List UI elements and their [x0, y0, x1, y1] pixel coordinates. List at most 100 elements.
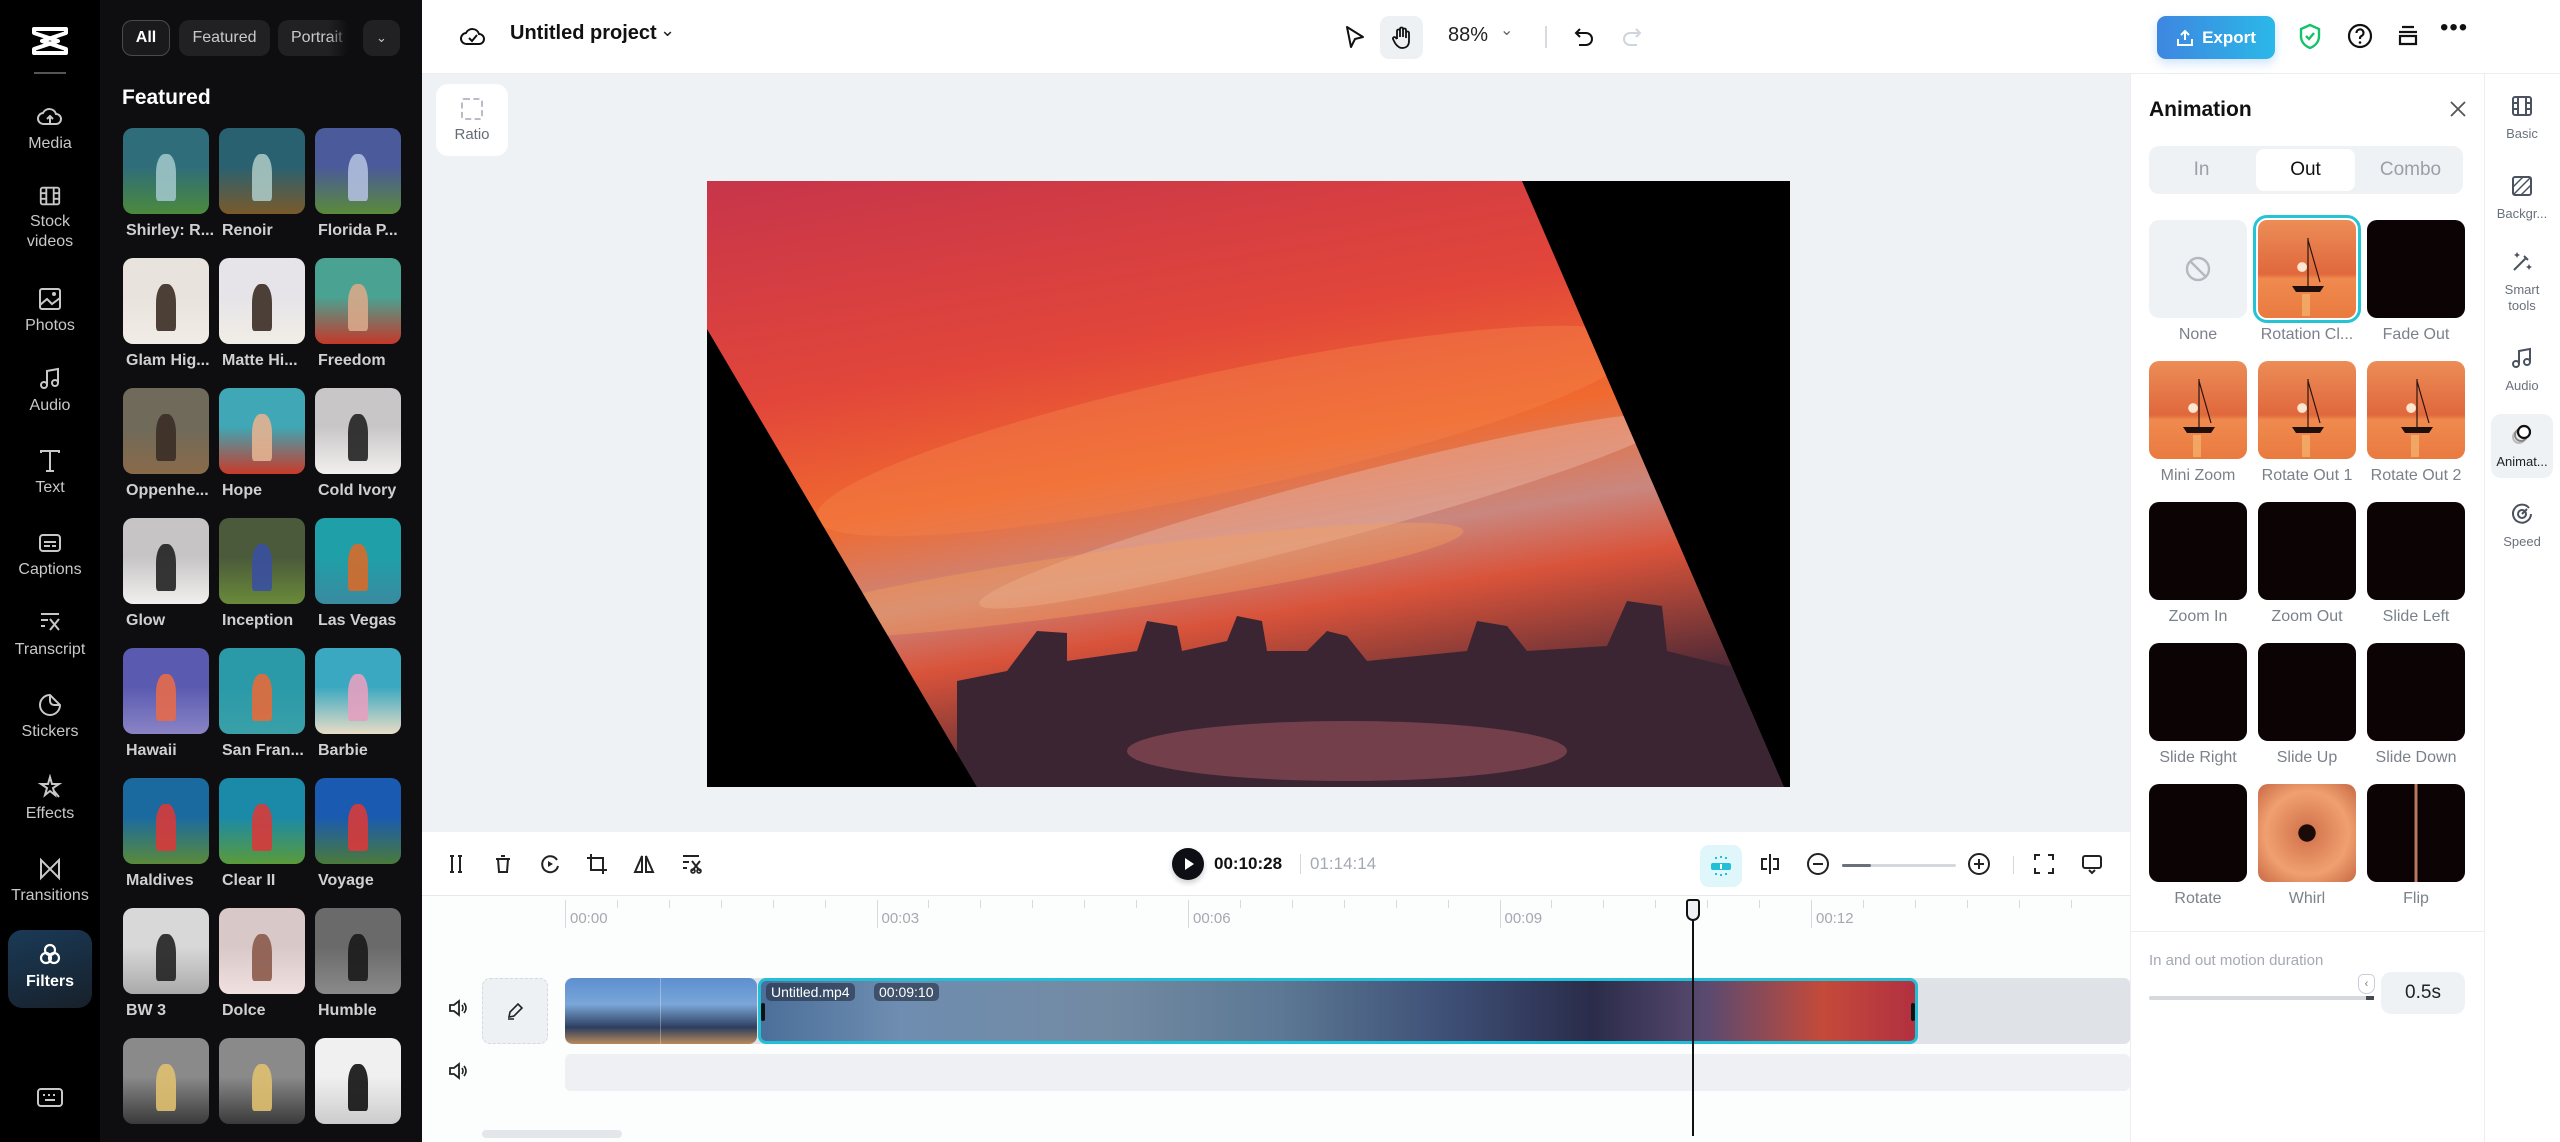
video-preview[interactable]	[707, 181, 1790, 787]
layers-icon[interactable]	[2396, 24, 2420, 48]
zoom-chevron-icon[interactable]: ⌄	[1500, 20, 1513, 40]
hand-tool-button[interactable]	[1380, 16, 1423, 59]
filter-thumbnail[interactable]	[219, 518, 305, 604]
help-icon[interactable]	[2347, 23, 2373, 49]
filter-thumbnail[interactable]	[315, 648, 401, 734]
right-rail-item-audio[interactable]: Audio	[2491, 338, 2553, 402]
animation-preset-zoom-out[interactable]	[2258, 502, 2356, 600]
zoom-out-icon[interactable]	[1804, 850, 1832, 878]
filter-thumbnail[interactable]	[219, 648, 305, 734]
audio-track[interactable]	[565, 1054, 2130, 1091]
replace-play-icon[interactable]	[536, 850, 564, 878]
rail-item-transitions[interactable]: Transitions	[8, 852, 92, 924]
filter-thumbnail[interactable]	[315, 1038, 401, 1124]
rail-item-transcript[interactable]: Transcript	[8, 606, 92, 678]
selected-clip[interactable]: Untitled.mp4 00:09:10	[758, 978, 1918, 1044]
filter-thumbnail[interactable]	[123, 778, 209, 864]
filter-thumbnail[interactable]	[123, 388, 209, 474]
trim-handle-left[interactable]	[761, 1003, 765, 1021]
filter-thumbnail[interactable]	[123, 258, 209, 344]
animation-preset-rotate-out-1[interactable]	[2258, 361, 2356, 459]
chip-all[interactable]: All	[122, 20, 170, 56]
close-icon[interactable]	[2449, 100, 2467, 118]
auto-snap-button[interactable]	[1700, 845, 1742, 887]
cover-edit-button[interactable]	[482, 978, 548, 1044]
animation-preset-rotate-out-2[interactable]	[2367, 361, 2465, 459]
chip-portrait[interactable]: Portrait	[278, 20, 350, 56]
timeline-scrollbar[interactable]	[482, 1130, 622, 1138]
delete-icon[interactable]	[489, 850, 517, 878]
rail-item-media[interactable]: Media	[8, 100, 92, 172]
duration-slider-knob[interactable]: ‹	[2358, 974, 2375, 994]
right-rail-item-animat[interactable]: Animat...	[2491, 414, 2553, 478]
track-volume-icon[interactable]	[447, 998, 469, 1018]
animation-preset-rotate[interactable]	[2149, 784, 2247, 882]
filter-thumbnail[interactable]	[219, 778, 305, 864]
rail-item-stickers[interactable]: Stickers	[8, 688, 92, 760]
filter-thumbnail[interactable]	[123, 518, 209, 604]
trim-handle-right[interactable]	[1911, 1003, 1915, 1021]
duration-value-field[interactable]: 0.5s	[2381, 972, 2465, 1014]
right-rail-item-smart-tools[interactable]: Smart tools	[2491, 242, 2553, 322]
rail-item-photos[interactable]: Photos	[8, 282, 92, 354]
animation-preset-none[interactable]	[2149, 220, 2247, 318]
animation-preset-slide-left[interactable]	[2367, 502, 2465, 600]
rail-item-text[interactable]: Text	[8, 444, 92, 516]
filter-thumbnail[interactable]	[315, 388, 401, 474]
animation-preset-fade-out[interactable]	[2367, 220, 2465, 318]
playhead[interactable]	[1686, 899, 1700, 921]
redo-icon[interactable]	[1620, 25, 1644, 49]
chip-featured[interactable]: Featured	[179, 20, 270, 56]
select-pointer-icon[interactable]	[1344, 24, 1366, 50]
filter-thumbnail[interactable]	[219, 388, 305, 474]
filter-thumbnail[interactable]	[123, 648, 209, 734]
project-title[interactable]: Untitled project	[510, 22, 657, 45]
filter-thumbnail[interactable]	[123, 908, 209, 994]
right-rail-item-speed[interactable]: Speed	[2491, 494, 2553, 558]
clip-prev[interactable]	[565, 978, 757, 1044]
shield-check-icon[interactable]	[2298, 23, 2322, 50]
undo-icon[interactable]	[1572, 25, 1596, 49]
filter-thumbnail[interactable]	[315, 258, 401, 344]
animation-preset-flip[interactable]	[2367, 784, 2465, 882]
animation-preset-slide-up[interactable]	[2258, 643, 2356, 741]
duration-slider[interactable]: ‹	[2149, 974, 2375, 1000]
ratio-button[interactable]: Ratio	[436, 84, 508, 156]
rail-item-effects[interactable]: Effects	[8, 770, 92, 842]
timeline-zoom-slider[interactable]	[1842, 864, 1956, 867]
animation-preset-whirl[interactable]	[2258, 784, 2356, 882]
right-rail-item-basic[interactable]: Basic	[2491, 86, 2553, 150]
rail-item-filters[interactable]: Filters	[8, 930, 92, 1008]
flip-icon[interactable]	[630, 850, 658, 878]
filter-thumbnail[interactable]	[219, 908, 305, 994]
split-preview-icon[interactable]	[1756, 850, 1784, 878]
rail-item-captions[interactable]: Captions	[8, 526, 92, 598]
export-button[interactable]: Export	[2157, 16, 2275, 59]
zoom-in-icon[interactable]	[1965, 850, 1993, 878]
filter-thumbnail[interactable]	[315, 908, 401, 994]
project-menu-chevron-icon[interactable]: ⌄	[660, 20, 675, 41]
chips-expand-button[interactable]: ⌄	[363, 20, 400, 56]
fullscreen-icon[interactable]	[2030, 850, 2058, 878]
filter-thumbnail[interactable]	[219, 258, 305, 344]
rail-item-stock-videos[interactable]: Stock videos	[8, 180, 92, 252]
animation-preset-zoom-in[interactable]	[2149, 502, 2247, 600]
animation-preset-slide-right[interactable]	[2149, 643, 2247, 741]
audio-track-volume-icon[interactable]	[447, 1061, 469, 1081]
tab-combo[interactable]: Combo	[2361, 149, 2460, 191]
crop-icon[interactable]	[583, 850, 611, 878]
filter-thumbnail[interactable]	[315, 518, 401, 604]
animation-preset-mini-zoom[interactable]	[2149, 361, 2247, 459]
split-icon[interactable]	[442, 850, 470, 878]
rail-item-audio[interactable]: Audio	[8, 362, 92, 434]
display-options-icon[interactable]	[2078, 850, 2106, 878]
filter-thumbnail[interactable]	[315, 128, 401, 214]
keyboard-icon[interactable]	[37, 1088, 63, 1108]
filter-thumbnail[interactable]	[219, 128, 305, 214]
zoom-level[interactable]: 88%	[1448, 24, 1488, 47]
filter-thumbnail[interactable]	[123, 128, 209, 214]
more-options-icon[interactable]: •••	[2440, 14, 2468, 42]
animation-preset-slide-down[interactable]	[2367, 643, 2465, 741]
play-button[interactable]	[1172, 848, 1204, 880]
tab-in[interactable]: In	[2152, 149, 2251, 191]
